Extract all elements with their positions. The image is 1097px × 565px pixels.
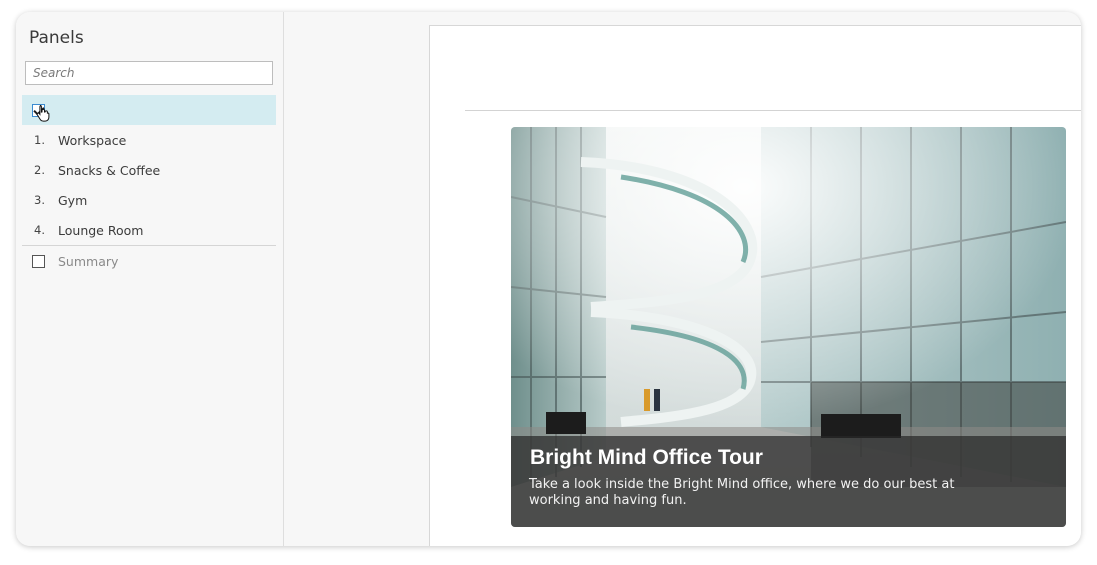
header-divider <box>465 110 1081 111</box>
select-all-row[interactable] <box>22 95 276 125</box>
summary-label: Summary <box>58 253 119 269</box>
panel-item-snacks-coffee[interactable]: 2. Snacks & Coffee <box>22 155 276 185</box>
panel-item-number: 3. <box>34 193 45 207</box>
panels-title: Panels <box>29 28 84 48</box>
panel-item-gym[interactable]: 3. Gym <box>22 185 276 215</box>
search-input[interactable] <box>25 61 273 85</box>
summary-checkbox[interactable] <box>32 254 45 268</box>
panel-item-label: Workspace <box>58 132 127 148</box>
panel-item-number: 4. <box>34 223 45 237</box>
card-description: Take a look inside the Bright Mind offic… <box>529 477 955 508</box>
panel-item-label: Gym <box>58 192 88 208</box>
panel-item-lounge-room[interactable]: 4. Lounge Room <box>22 215 276 245</box>
panels-sidebar: Panels 1. Workspace 2. Snacks & Coffee 3… <box>16 12 284 546</box>
panel-item-number: 2. <box>34 163 45 177</box>
app-window: Panels 1. Workspace 2. Snacks & Coffee 3… <box>16 12 1081 546</box>
panel-item-number: 1. <box>34 133 45 147</box>
summary-row[interactable]: Summary <box>22 246 276 276</box>
card-title: Bright Mind Office Tour <box>530 446 763 469</box>
hand-pointer-icon <box>36 105 50 122</box>
panel-item-label: Lounge Room <box>58 222 144 238</box>
card-caption: Bright Mind Office Tour Take a look insi… <box>511 436 1066 527</box>
panel-item-workspace[interactable]: 1. Workspace <box>22 125 276 155</box>
panels-list: 1. Workspace 2. Snacks & Coffee 3. Gym 4… <box>22 95 276 276</box>
content-area: Bright Mind Office Tour Take a look insi… <box>429 25 1081 546</box>
office-tour-card[interactable]: Bright Mind Office Tour Take a look insi… <box>511 127 1066 527</box>
panel-item-label: Snacks & Coffee <box>58 162 161 178</box>
